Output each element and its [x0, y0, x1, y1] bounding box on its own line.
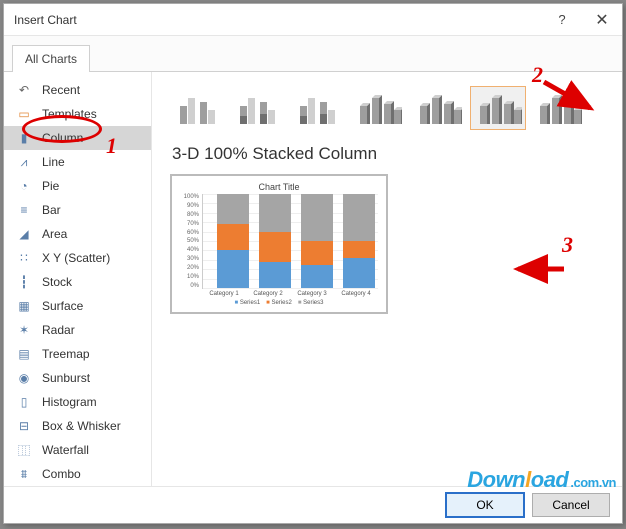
bar-1 [217, 194, 249, 288]
plot-area [202, 194, 378, 289]
column-subtype-2[interactable] [290, 86, 346, 130]
sidebar-item-label: X Y (Scatter) [42, 251, 110, 265]
chart-body: 100%90%80%70%60%50%40%30%20%10%0% [180, 194, 378, 289]
sidebar-item-histogram[interactable]: ▯ Histogram [4, 390, 151, 414]
help-button[interactable]: ? [542, 4, 582, 36]
combo-icon: ⩩ [16, 466, 32, 482]
surface-icon: ▦ [16, 298, 32, 314]
sidebar-item-label: Templates [42, 107, 97, 121]
column-icon: ▮ [16, 130, 32, 146]
annotation-arrow-3 [512, 257, 572, 292]
chart-category-sidebar: ↶ Recent ▭ Templates ▮ Column ⩘ Line ◔ Pie ≡ Bar ◢ Ar… [4, 72, 152, 486]
sunburst-icon: ◉ [16, 370, 32, 386]
chart-preview-title: Chart Title [180, 182, 378, 192]
treemap-icon: ▤ [16, 346, 32, 362]
line-icon: ⩘ [16, 154, 32, 170]
column-subtype-3[interactable] [350, 86, 406, 130]
sidebar-item-column[interactable]: ▮ Column [4, 126, 151, 150]
sidebar-item-label: Histogram [42, 395, 97, 409]
sidebar-item-label: Stock [42, 275, 72, 289]
sidebar-item-radar[interactable]: ✶ Radar [4, 318, 151, 342]
sidebar-item-label: Surface [42, 299, 83, 313]
waterfall-icon: ⿲ [16, 442, 32, 458]
bar-4 [343, 194, 375, 288]
sidebar-item-bar[interactable]: ≡ Bar [4, 198, 151, 222]
histogram-icon: ▯ [16, 394, 32, 410]
sidebar-item-label: Bar [42, 203, 61, 217]
boxwhisker-icon: ⊟ [16, 418, 32, 434]
dialog-body: ↶ Recent ▭ Templates ▮ Column ⩘ Line ◔ Pie ≡ Bar ◢ Ar… [4, 71, 622, 486]
sidebar-item-label: Waterfall [42, 443, 89, 457]
y-axis-labels: 100%90%80%70%60%50%40%30%20%10%0% [180, 194, 202, 289]
column-subtype-0[interactable] [170, 86, 226, 130]
sidebar-item-label: Line [42, 155, 65, 169]
sidebar-item-treemap[interactable]: ▤ Treemap [4, 342, 151, 366]
x-axis-labels: Category 1Category 2Category 3Category 4 [180, 291, 378, 297]
sidebar-item-label: Combo [42, 467, 81, 481]
sidebar-item-pie[interactable]: ◔ Pie [4, 174, 151, 198]
window-title: Insert Chart [14, 13, 77, 27]
sidebar-item-label: Radar [42, 323, 75, 337]
tab-strip: All Charts [4, 36, 622, 71]
titlebar: Insert Chart ? ✕ [4, 4, 622, 36]
ok-button[interactable]: OK [446, 493, 524, 517]
sidebar-item-label: Sunburst [42, 371, 90, 385]
watermark: Download.com.vn [467, 467, 616, 493]
templates-icon: ▭ [16, 106, 32, 122]
sidebar-item-stock[interactable]: ┇ Stock [4, 270, 151, 294]
sidebar-item-waterfall[interactable]: ⿲ Waterfall [4, 438, 151, 462]
stock-icon: ┇ [16, 274, 32, 290]
sidebar-item-sunburst[interactable]: ◉ Sunburst [4, 366, 151, 390]
main-panel: 3-D 100% Stacked Column Chart Title 100%… [152, 72, 622, 486]
sidebar-item-scatter[interactable]: ∷ X Y (Scatter) [4, 246, 151, 270]
sidebar-item-boxwhisker[interactable]: ⊟ Box & Whisker [4, 414, 151, 438]
recent-icon: ↶ [16, 82, 32, 98]
sidebar-item-combo[interactable]: ⩩ Combo [4, 462, 151, 486]
sidebar-item-area[interactable]: ◢ Area [4, 222, 151, 246]
bar-icon: ≡ [16, 202, 32, 218]
column-subtype-6[interactable] [530, 86, 586, 130]
annotation-label-3: 3 [562, 232, 573, 258]
tab-all-charts[interactable]: All Charts [12, 45, 90, 72]
bar-2 [259, 194, 291, 288]
cancel-button[interactable]: Cancel [532, 493, 610, 517]
sidebar-item-line[interactable]: ⩘ Line [4, 150, 151, 174]
column-subtype-4[interactable] [410, 86, 466, 130]
chart-preview[interactable]: Chart Title 100%90%80%70%60%50%40%30%20%… [170, 174, 388, 314]
scatter-icon: ∷ [16, 250, 32, 266]
chart-legend: Series1Series2Series3 [180, 300, 378, 306]
subtype-title: 3-D 100% Stacked Column [172, 144, 608, 164]
sidebar-item-surface[interactable]: ▦ Surface [4, 294, 151, 318]
sidebar-item-recent[interactable]: ↶ Recent [4, 78, 151, 102]
subtype-row [170, 82, 608, 140]
insert-chart-dialog: Insert Chart ? ✕ All Charts ↶ Recent ▭ Temp… [3, 3, 623, 524]
sidebar-item-label: Area [42, 227, 67, 241]
close-button[interactable]: ✕ [582, 4, 622, 36]
sidebar-item-label: Column [42, 131, 83, 145]
column-subtype-5[interactable] [470, 86, 526, 130]
bar-3 [301, 194, 333, 288]
sidebar-item-label: Pie [42, 179, 59, 193]
sidebar-item-label: Box & Whisker [42, 419, 121, 433]
column-subtype-1[interactable] [230, 86, 286, 130]
area-icon: ◢ [16, 226, 32, 242]
sidebar-item-templates[interactable]: ▭ Templates [4, 102, 151, 126]
pie-icon: ◔ [16, 178, 32, 194]
sidebar-item-label: Treemap [42, 347, 90, 361]
radar-icon: ✶ [16, 322, 32, 338]
sidebar-item-label: Recent [42, 83, 80, 97]
